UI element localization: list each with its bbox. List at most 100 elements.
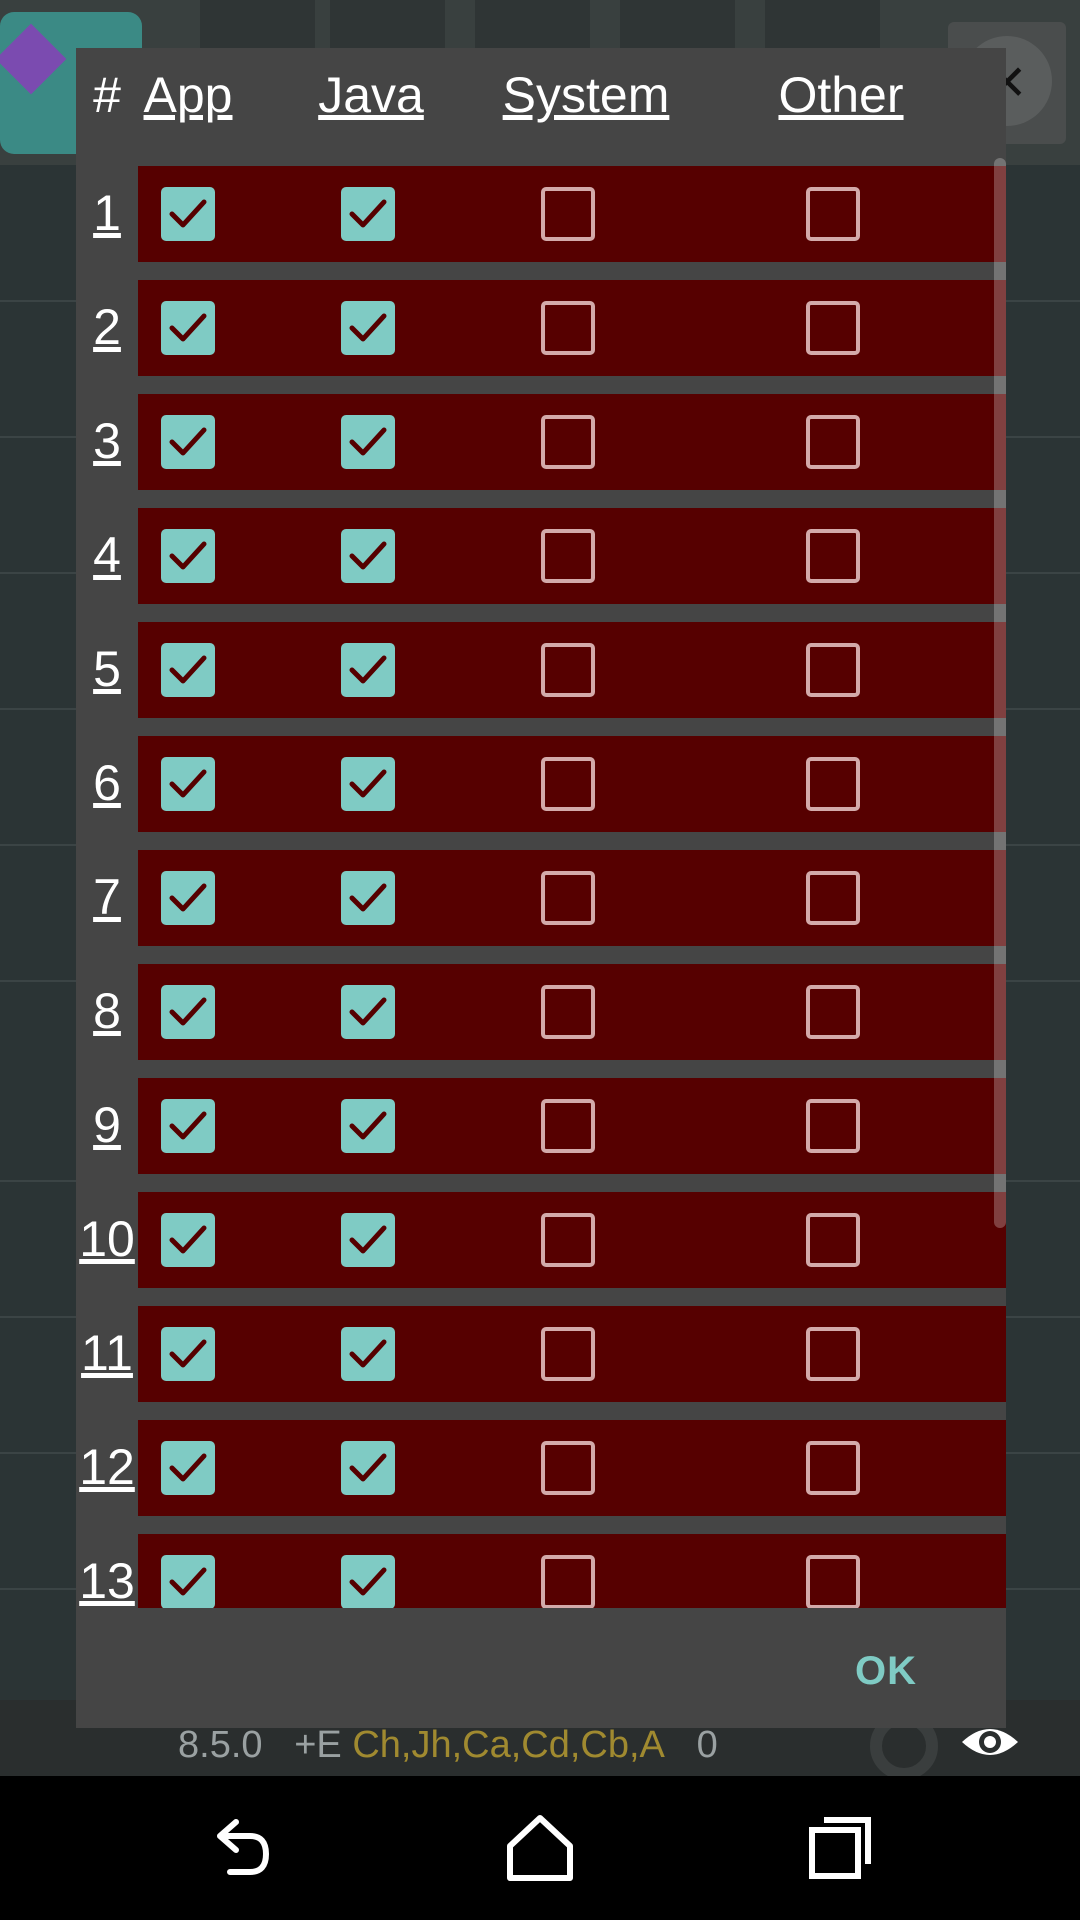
system-checkbox[interactable] (541, 1099, 595, 1153)
row-number[interactable]: 5 (76, 640, 138, 698)
app-checkbox[interactable] (161, 1099, 215, 1153)
java-checkbox[interactable] (341, 643, 395, 697)
system-checkbox[interactable] (541, 871, 595, 925)
other-checkbox[interactable] (806, 643, 860, 697)
system-checkbox[interactable] (541, 301, 595, 355)
other-checkbox[interactable] (806, 187, 860, 241)
java-checkbox[interactable] (341, 871, 395, 925)
app-checkbox[interactable] (161, 187, 215, 241)
java-checkbox[interactable] (341, 985, 395, 1039)
row-number[interactable]: 3 (76, 412, 138, 470)
other-checkbox[interactable] (806, 1327, 860, 1381)
row-number[interactable]: 7 (76, 868, 138, 926)
checkmark-icon (169, 997, 207, 1026)
table-row: 3 (76, 394, 1006, 490)
java-checkbox[interactable] (341, 187, 395, 241)
row-number[interactable]: 6 (76, 754, 138, 812)
header-system[interactable]: System (486, 66, 686, 124)
system-checkbox[interactable] (541, 643, 595, 697)
row-number[interactable]: 4 (76, 526, 138, 584)
app-checkbox[interactable] (161, 1555, 215, 1608)
ok-button[interactable]: OK (816, 1636, 956, 1706)
table-row: 13 (76, 1534, 1006, 1608)
other-checkbox[interactable] (806, 415, 860, 469)
system-checkbox[interactable] (541, 529, 595, 583)
java-checkbox[interactable] (341, 415, 395, 469)
system-checkbox[interactable] (541, 985, 595, 1039)
header-java[interactable]: Java (296, 66, 446, 124)
row-number[interactable]: 12 (76, 1438, 138, 1496)
app-checkbox[interactable] (161, 985, 215, 1039)
system-checkbox[interactable] (541, 415, 595, 469)
scrollbar[interactable] (994, 158, 1006, 1228)
header-hash: # (93, 67, 121, 123)
row-number[interactable]: 13 (76, 1552, 138, 1608)
java-checkbox[interactable] (341, 1099, 395, 1153)
checkmark-icon (169, 1111, 207, 1140)
checkmark-icon (349, 1567, 387, 1596)
checkmark-icon (169, 199, 207, 228)
system-checkbox[interactable] (541, 1327, 595, 1381)
memory-regions-dialog: # App Java System Other 1 2 3 4 5 6 7 8 9 10 11 12 1… (76, 48, 1006, 1728)
app-checkbox[interactable] (161, 1213, 215, 1267)
system-checkbox[interactable] (541, 1213, 595, 1267)
system-checkbox[interactable] (541, 1555, 595, 1608)
row-number[interactable]: 11 (76, 1324, 138, 1382)
row-number[interactable]: 2 (76, 298, 138, 356)
table-row: 10 (76, 1192, 1006, 1288)
system-checkbox[interactable] (541, 1441, 595, 1495)
other-checkbox[interactable] (806, 1099, 860, 1153)
java-checkbox[interactable] (341, 529, 395, 583)
row-number[interactable]: 9 (76, 1096, 138, 1154)
checkmark-icon (349, 541, 387, 570)
table-row: 6 (76, 736, 1006, 832)
table-row: 12 (76, 1420, 1006, 1516)
other-checkbox[interactable] (806, 1555, 860, 1608)
app-checkbox[interactable] (161, 643, 215, 697)
home-icon[interactable] (498, 1806, 582, 1890)
java-checkbox[interactable] (341, 1327, 395, 1381)
row-number[interactable]: 10 (76, 1210, 138, 1268)
app-checkbox[interactable] (161, 301, 215, 355)
checkmark-icon (349, 1111, 387, 1140)
app-checkbox[interactable] (161, 415, 215, 469)
checkmark-icon (169, 1339, 207, 1368)
system-checkbox[interactable] (541, 757, 595, 811)
app-checkbox[interactable] (161, 1441, 215, 1495)
eye-icon[interactable] (960, 1722, 1020, 1762)
java-checkbox[interactable] (341, 1213, 395, 1267)
row-number[interactable]: 8 (76, 982, 138, 1040)
header-app[interactable]: App (138, 66, 238, 124)
java-checkbox[interactable] (341, 1555, 395, 1608)
other-checkbox[interactable] (806, 301, 860, 355)
other-checkbox[interactable] (806, 1441, 860, 1495)
app-checkbox[interactable] (161, 757, 215, 811)
regions-list[interactable]: 1 2 3 4 5 6 7 8 9 10 11 12 13 (76, 148, 1006, 1608)
java-checkbox[interactable] (341, 301, 395, 355)
table-row: 8 (76, 964, 1006, 1060)
status-text: 8.5.0 +E Ch,Jh,Ca,Cd,Cb,A 0 (178, 1724, 718, 1767)
app-checkbox[interactable] (161, 1327, 215, 1381)
header-other[interactable]: Other (756, 66, 926, 124)
app-checkbox[interactable] (161, 529, 215, 583)
navigation-bar (0, 1776, 1080, 1920)
recents-icon[interactable] (798, 1806, 882, 1890)
table-row: 7 (76, 850, 1006, 946)
checkmark-icon (169, 427, 207, 456)
other-checkbox[interactable] (806, 1213, 860, 1267)
other-checkbox[interactable] (806, 529, 860, 583)
app-checkbox[interactable] (161, 871, 215, 925)
system-checkbox[interactable] (541, 187, 595, 241)
row-number[interactable]: 1 (76, 184, 138, 242)
back-icon[interactable] (198, 1806, 282, 1890)
other-checkbox[interactable] (806, 985, 860, 1039)
java-checkbox[interactable] (341, 1441, 395, 1495)
checkmark-icon (349, 769, 387, 798)
checkmark-icon (169, 541, 207, 570)
other-checkbox[interactable] (806, 871, 860, 925)
checkmark-icon (169, 769, 207, 798)
checkmark-icon (349, 199, 387, 228)
table-row: 11 (76, 1306, 1006, 1402)
java-checkbox[interactable] (341, 757, 395, 811)
other-checkbox[interactable] (806, 757, 860, 811)
